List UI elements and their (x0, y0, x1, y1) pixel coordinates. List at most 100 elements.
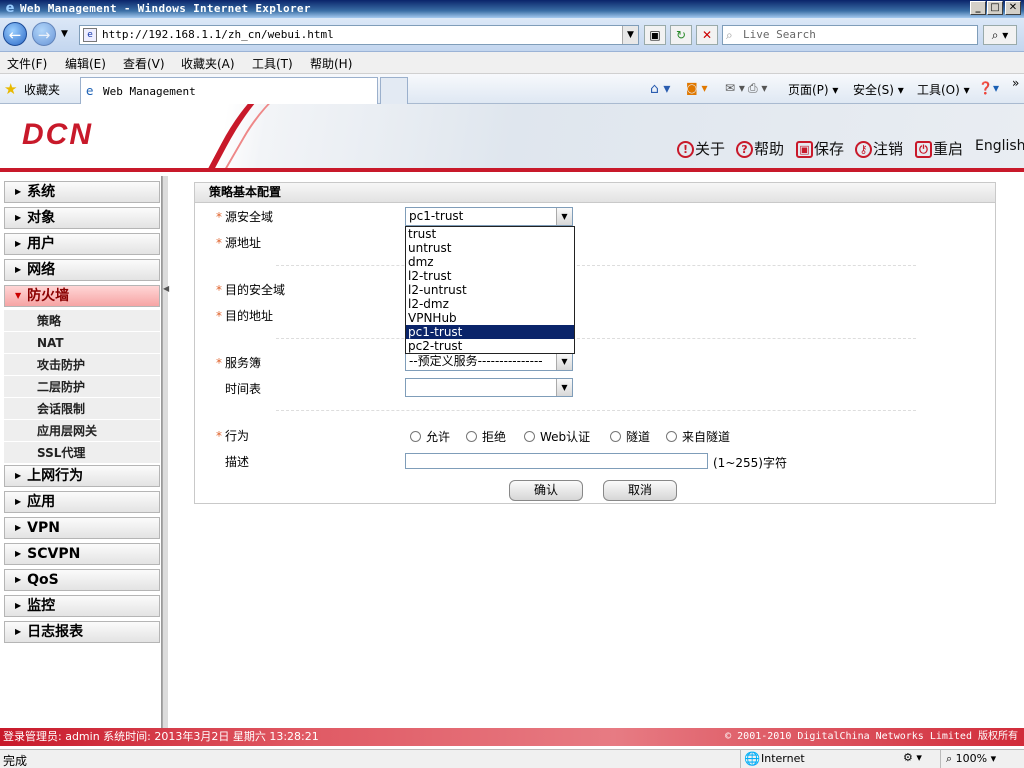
zone-option-trust[interactable]: trust (406, 227, 574, 241)
forward-button[interactable]: → (32, 22, 56, 46)
about-link[interactable]: ! 关于 (677, 138, 725, 159)
back-button[interactable]: ← (3, 22, 27, 46)
sidebar-item-firewall[interactable]: ▼ 防火墙 (4, 285, 160, 307)
dropdown-arrow-icon[interactable]: ▼ (556, 208, 572, 225)
sidebar-item-vpn[interactable]: ▶ VPN (4, 517, 160, 539)
radio-circle[interactable] (610, 431, 621, 442)
sidebar-subitem-policy[interactable]: 策略 (4, 310, 160, 332)
ok-button[interactable]: 确认 (509, 480, 583, 501)
dropdown-arrow-icon[interactable]: ▼ (556, 353, 572, 370)
sidebar-collapse-handle[interactable]: ◀ (162, 176, 169, 728)
save-link[interactable]: ▣ 保存 (796, 138, 844, 159)
radio-circle[interactable] (666, 431, 677, 442)
radio-label: 隧道 (626, 430, 651, 444)
menu-view[interactable]: 查看(V) (123, 55, 165, 72)
tools-menu[interactable]: 工具(O) ▾ (917, 81, 970, 98)
sidebar-item-qos[interactable]: ▶ QoS (4, 569, 160, 591)
sidebar-subitem-session-limit[interactable]: 会话限制 (4, 398, 160, 420)
compatibility-icon[interactable]: ▣ (644, 25, 666, 45)
service-select[interactable]: --预定义服务--------------- ▼ (405, 352, 573, 371)
action-radio-from-tunnel[interactable]: 来自隧道 (666, 428, 730, 445)
zone-option-l2-untrust[interactable]: l2-untrust (406, 283, 574, 297)
logout-link[interactable]: ⚷ 注销 (855, 138, 903, 159)
help-link[interactable]: ? 帮助 (736, 138, 784, 159)
refresh-button[interactable]: ↻ (670, 25, 692, 45)
sidebar-item-monitor[interactable]: ▶ 监控 (4, 595, 160, 617)
sidebar-subitem-nat[interactable]: NAT (4, 332, 160, 354)
sidebar-item-network[interactable]: ▶ 网络 (4, 259, 160, 281)
address-input[interactable]: e http://192.168.1.1/zh_cn/webui.html ▼ (79, 25, 639, 45)
menu-help[interactable]: 帮助(H) (310, 55, 352, 72)
zone-option-pc2-trust[interactable]: pc2-trust (406, 339, 574, 353)
menu-edit[interactable]: 编辑(E) (65, 55, 106, 72)
stop-button[interactable]: ✕ (696, 25, 718, 45)
radio-label: 拒绝 (482, 430, 507, 444)
window-title: Web Management - Windows Internet Explor… (20, 2, 311, 15)
sidebar-subitem-ssl-proxy[interactable]: SSL代理 (4, 442, 160, 464)
action-radio-web-auth[interactable]: Web认证 (524, 428, 590, 445)
cancel-button[interactable]: 取消 (603, 480, 677, 501)
new-tab-button[interactable] (380, 77, 408, 104)
sidebar-item-application[interactable]: ▶ 应用 (4, 491, 160, 513)
page-menu[interactable]: 页面(P) ▾ (788, 81, 838, 98)
action-radio-deny[interactable]: 拒绝 (466, 428, 506, 445)
protected-mode-icon[interactable]: ⚙ ▾ (903, 751, 922, 764)
question-icon: ? (736, 141, 753, 158)
favorites-label[interactable]: 收藏夹 (24, 81, 60, 98)
sidebar-item-scvpn[interactable]: ▶ SCVPN (4, 543, 160, 565)
safety-menu[interactable]: 安全(S) ▾ (853, 81, 904, 98)
src-zone-select[interactable]: pc1-trust ▼ (405, 207, 573, 226)
more-chevron-icon[interactable]: » (1012, 76, 1019, 90)
menu-favorites[interactable]: 收藏夹(A) (181, 55, 235, 72)
menu-tools[interactable]: 工具(T) (252, 55, 293, 72)
favorites-star-icon[interactable]: ★ (4, 80, 17, 98)
zone-option-vpnhub[interactable]: VPNHub (406, 311, 574, 325)
zoom-control[interactable]: ⌕ 100% ▾ (940, 750, 1024, 768)
src-addr-label-text: 源地址 (225, 236, 262, 250)
description-input[interactable] (405, 453, 708, 469)
src-zone-dropdown-list: trust untrust dmz l2-trust l2-untrust l2… (405, 226, 575, 354)
menu-file[interactable]: 文件(F) (7, 55, 47, 72)
radio-label: Web认证 (540, 430, 591, 444)
feeds-icon[interactable]: ◙ ▾ (686, 81, 707, 95)
zone-option-l2-dmz[interactable]: l2-dmz (406, 297, 574, 311)
sidebar-subitem-attack-defense[interactable]: 攻击防护 (4, 354, 160, 376)
radio-circle[interactable] (466, 431, 477, 442)
dropdown-arrow-icon[interactable]: ▼ (556, 379, 572, 396)
sidebar-item-object[interactable]: ▶ 对象 (4, 207, 160, 229)
sidebar-subitem-l2-defense[interactable]: 二层防护 (4, 376, 160, 398)
zone-option-untrust[interactable]: untrust (406, 241, 574, 255)
radio-circle[interactable] (524, 431, 535, 442)
security-zone[interactable]: 🌐 Internet (740, 750, 900, 768)
home-icon[interactable]: ⌂ ▾ (650, 81, 670, 97)
radio-circle[interactable] (410, 431, 421, 442)
minimize-button[interactable]: _ (970, 1, 986, 15)
zone-option-dmz[interactable]: dmz (406, 255, 574, 269)
sidebar-subitem-alg[interactable]: 应用层网关 (4, 420, 160, 442)
tab-web-management[interactable]: e Web Management (80, 77, 378, 104)
service-value: --预定义服务--------------- (409, 354, 543, 368)
maximize-button[interactable]: □ (987, 1, 1003, 15)
action-radio-permit[interactable]: 允许 (410, 428, 450, 445)
sidebar-item-log-report[interactable]: ▶ 日志报表 (4, 621, 160, 643)
search-button[interactable]: ⌕ ▾ (983, 25, 1017, 45)
mail-icon[interactable]: ✉ ▾ (725, 81, 745, 95)
help-icon[interactable]: ❓▾ (978, 81, 999, 95)
sidebar-item-internet-behavior[interactable]: ▶ 上网行为 (4, 465, 160, 487)
sidebar-item-user[interactable]: ▶ 用户 (4, 233, 160, 255)
search-input[interactable]: ⌕ Live Search (722, 25, 978, 45)
address-dropdown-icon[interactable]: ▼ (622, 26, 638, 44)
schedule-select[interactable]: ▼ (405, 378, 573, 397)
sidebar-item-label: SCVPN (27, 546, 81, 562)
close-button[interactable]: ✕ (1005, 1, 1021, 15)
expand-arrow-icon: ▶ (15, 239, 22, 248)
action-radio-tunnel[interactable]: 隧道 (610, 428, 650, 445)
history-dropdown-icon[interactable]: ▼ (61, 29, 68, 39)
sidebar-item-system[interactable]: ▶ 系统 (4, 181, 160, 203)
action-label-text: 行为 (225, 429, 250, 443)
language-link[interactable]: English (975, 138, 1024, 154)
zone-option-l2-trust[interactable]: l2-trust (406, 269, 574, 283)
zone-option-pc1-trust[interactable]: pc1-trust (406, 325, 574, 339)
print-icon[interactable]: ⎙ ▾ (748, 81, 767, 96)
restart-link[interactable]: ⏻ 重启 (915, 138, 963, 159)
